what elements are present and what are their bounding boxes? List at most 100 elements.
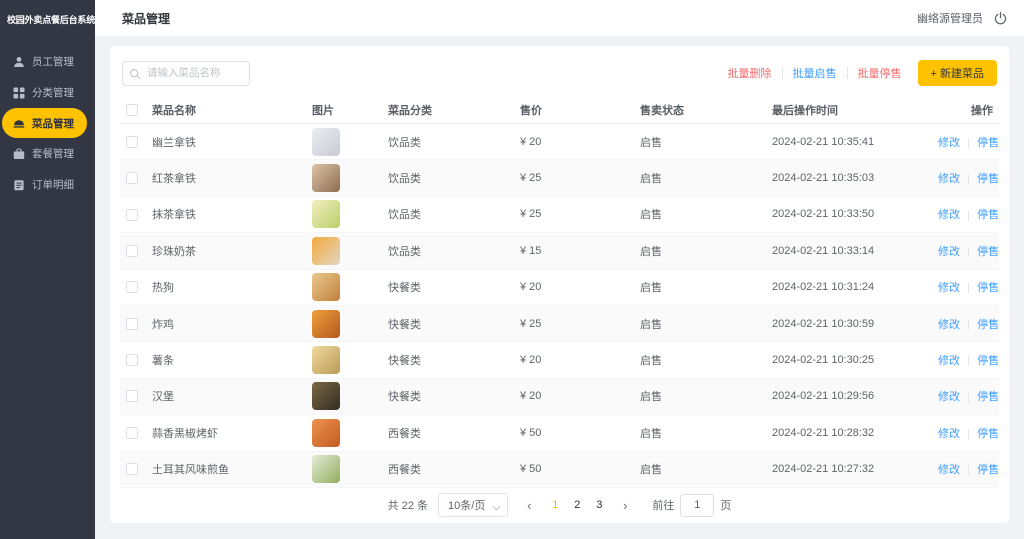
order-icon — [13, 179, 25, 191]
divider — [782, 67, 783, 79]
row-checkbox[interactable] — [126, 172, 138, 184]
goto-page-input[interactable] — [680, 494, 714, 517]
stop-sale-link[interactable]: 停售 — [977, 170, 999, 186]
row-checkbox[interactable] — [126, 318, 138, 330]
last-operate-time: 2024-02-21 10:33:50 — [766, 208, 932, 220]
stop-sale-link[interactable]: 停售 — [977, 243, 999, 259]
row-checkbox[interactable] — [126, 245, 138, 257]
grid-icon — [13, 87, 25, 99]
search-input[interactable] — [122, 61, 250, 86]
dish-status: 启售 — [634, 134, 766, 150]
dish-category: 西餐类 — [382, 425, 514, 441]
page-size-select[interactable]: 10条/页 — [438, 493, 508, 517]
dish-price: ¥ 50 — [514, 427, 634, 439]
batch-delete-button[interactable]: 批量删除 — [728, 65, 772, 81]
pagination: 共 22 条 10条/页 ‹ 123 › 前往 页 — [120, 488, 999, 523]
edit-link[interactable]: 修改 — [938, 352, 960, 368]
stop-sale-link[interactable]: 停售 — [977, 425, 999, 441]
total-count-label: 共 22 条 — [388, 497, 428, 513]
prev-page-button[interactable]: ‹ — [518, 493, 540, 517]
new-dish-button[interactable]: + 新建菜品 — [918, 60, 997, 86]
stop-sale-link[interactable]: 停售 — [977, 134, 999, 150]
edit-link[interactable]: 修改 — [938, 316, 960, 332]
dish-status: 启售 — [634, 425, 766, 441]
col-image: 图片 — [306, 102, 382, 118]
dish-category: 快餐类 — [382, 316, 514, 332]
edit-link[interactable]: 修改 — [938, 206, 960, 222]
table-row: 抹茶拿铁 饮品类 ¥ 25 启售 2024-02-21 10:33:50 修改 … — [120, 197, 999, 233]
dish-image — [312, 382, 340, 410]
dish-category: 饮品类 — [382, 243, 514, 259]
select-all-checkbox[interactable] — [126, 104, 138, 116]
edit-link[interactable]: 修改 — [938, 170, 960, 186]
table-row: 幽兰拿铁 饮品类 ¥ 20 启售 2024-02-21 10:35:41 修改 … — [120, 124, 999, 160]
divider — [968, 429, 969, 439]
power-icon[interactable] — [993, 11, 1008, 26]
dish-name: 汉堡 — [146, 388, 306, 404]
dish-name: 红茶拿铁 — [146, 170, 306, 186]
dish-name: 炸鸡 — [146, 316, 306, 332]
divider — [968, 138, 969, 148]
dish-category: 饮品类 — [382, 134, 514, 150]
table-row: 炸鸡 快餐类 ¥ 25 启售 2024-02-21 10:30:59 修改 停售… — [120, 306, 999, 342]
dish-price: ¥ 50 — [514, 463, 634, 475]
goto-suffix-label: 页 — [720, 497, 731, 513]
sidebar-item-员工管理[interactable]: 员工管理 — [0, 46, 95, 77]
sidebar-item-套餐管理[interactable]: 套餐管理 — [0, 138, 95, 169]
batch-disable-button[interactable]: 批量停售 — [858, 65, 902, 81]
page-button-3[interactable]: 3 — [588, 493, 610, 517]
row-checkbox[interactable] — [126, 209, 138, 221]
sidebar-item-订单明细[interactable]: 订单明细 — [0, 169, 95, 200]
dish-status: 启售 — [634, 243, 766, 259]
row-checkbox[interactable] — [126, 136, 138, 148]
dish-status: 启售 — [634, 352, 766, 368]
page-button-1[interactable]: 1 — [544, 493, 566, 517]
dish-name: 蒜香黑椒烤虾 — [146, 425, 306, 441]
dish-image — [312, 164, 340, 192]
sidebar-item-分类管理[interactable]: 分类管理 — [0, 77, 95, 108]
row-checkbox[interactable] — [126, 463, 138, 475]
dish-price: ¥ 20 — [514, 281, 634, 293]
divider — [968, 465, 969, 475]
col-price: 售价 — [514, 102, 634, 118]
dish-price: ¥ 25 — [514, 318, 634, 330]
row-checkbox[interactable] — [126, 427, 138, 439]
sidebar: 校园外卖点餐后台系统 员工管理 分类管理 菜品管理 套餐管理 订单明细 — [0, 0, 95, 539]
dish-image — [312, 419, 340, 447]
dish-status: 启售 — [634, 461, 766, 477]
stop-sale-link[interactable]: 停售 — [977, 461, 999, 477]
stop-sale-link[interactable]: 停售 — [977, 279, 999, 295]
dish-status: 启售 — [634, 388, 766, 404]
divider — [968, 174, 969, 184]
edit-link[interactable]: 修改 — [938, 134, 960, 150]
table-header-row: 菜品名称 图片 菜品分类 售价 售卖状态 最后操作时间 操作 — [120, 96, 999, 124]
row-checkbox[interactable] — [126, 390, 138, 402]
edit-link[interactable]: 修改 — [938, 425, 960, 441]
edit-link[interactable]: 修改 — [938, 461, 960, 477]
row-checkbox[interactable] — [126, 354, 138, 366]
page-button-2[interactable]: 2 — [566, 493, 588, 517]
goto-label: 前往 — [652, 497, 674, 513]
stop-sale-link[interactable]: 停售 — [977, 316, 999, 332]
next-page-button[interactable]: › — [614, 493, 636, 517]
toolbar-actions: 批量删除 批量启售 批量停售 + 新建菜品 — [728, 60, 997, 86]
batch-enable-button[interactable]: 批量启售 — [793, 65, 837, 81]
sidebar-item-菜品管理[interactable]: 菜品管理 — [2, 108, 87, 138]
last-operate-time: 2024-02-21 10:28:32 — [766, 427, 932, 439]
toolbar: 批量删除 批量启售 批量停售 + 新建菜品 — [122, 60, 997, 86]
goto-page: 前往 页 — [652, 494, 731, 517]
stop-sale-link[interactable]: 停售 — [977, 388, 999, 404]
edit-link[interactable]: 修改 — [938, 279, 960, 295]
stop-sale-link[interactable]: 停售 — [977, 206, 999, 222]
edit-link[interactable]: 修改 — [938, 243, 960, 259]
app-window: 校园外卖点餐后台系统 员工管理 分类管理 菜品管理 套餐管理 订单明细 菜品管理… — [0, 0, 1024, 539]
stop-sale-link[interactable]: 停售 — [977, 352, 999, 368]
dish-image — [312, 200, 340, 228]
content: 批量删除 批量启售 批量停售 + 新建菜品 菜品名称 图片 菜品分类 — [95, 36, 1024, 539]
current-user-label: 幽络源管理员 — [917, 10, 983, 26]
row-checkbox[interactable] — [126, 281, 138, 293]
edit-link[interactable]: 修改 — [938, 388, 960, 404]
dish-category: 西餐类 — [382, 461, 514, 477]
last-operate-time: 2024-02-21 10:35:03 — [766, 172, 932, 184]
divider — [968, 211, 969, 221]
